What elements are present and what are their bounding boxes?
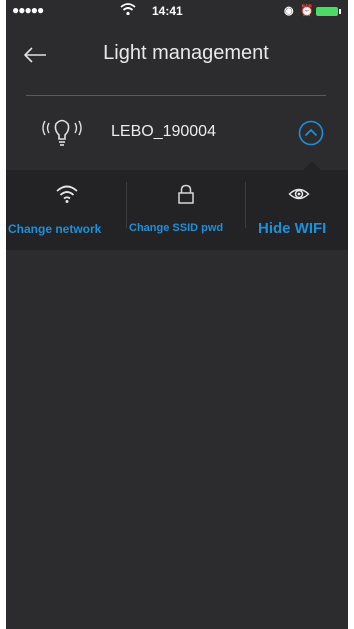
eye-icon: [288, 188, 310, 200]
hide-wifi-button[interactable]: Hide WIFI: [246, 170, 348, 250]
change-ssid-pwd-label: Change SSID pwd: [129, 222, 224, 234]
status-indicators: ◉ ⏰: [284, 3, 348, 19]
change-network-label: Change network: [8, 222, 102, 236]
lock-icon: [178, 184, 194, 204]
rotation-lock-icon: ◉: [284, 5, 294, 17]
status-bar: ●●●●● 14:41 ◉ ⏰: [6, 0, 348, 22]
hide-wifi-label: Hide WIFI: [258, 220, 327, 237]
device-action-panel: Change network Change SSID pwd Hide WIFI: [6, 170, 348, 250]
chevron-up-circle-icon[interactable]: [298, 120, 324, 146]
bulb-icon: [42, 119, 82, 146]
status-time: 14:41: [152, 4, 183, 18]
alarm-icon: ⏰: [300, 5, 314, 17]
change-ssid-pwd-button[interactable]: Change SSID pwd: [127, 170, 245, 250]
wifi-icon: [56, 185, 78, 203]
signal-strength: ●●●●●: [12, 3, 44, 17]
nav-bar: Light management: [6, 22, 348, 92]
change-network-button[interactable]: Change network: [6, 170, 126, 250]
device-name: LEBO_190004: [111, 123, 216, 140]
header-divider: [26, 95, 326, 96]
wifi-status-icon: [120, 3, 136, 16]
battery-icon: [316, 7, 338, 16]
page-title: Light management: [103, 42, 269, 64]
battery-tip: [339, 9, 341, 14]
device-row[interactable]: LEBO_190004: [6, 100, 348, 170]
app-screen: ●●●●● 14:41 ◉ ⏰ Light management LEBO_19…: [6, 0, 348, 629]
